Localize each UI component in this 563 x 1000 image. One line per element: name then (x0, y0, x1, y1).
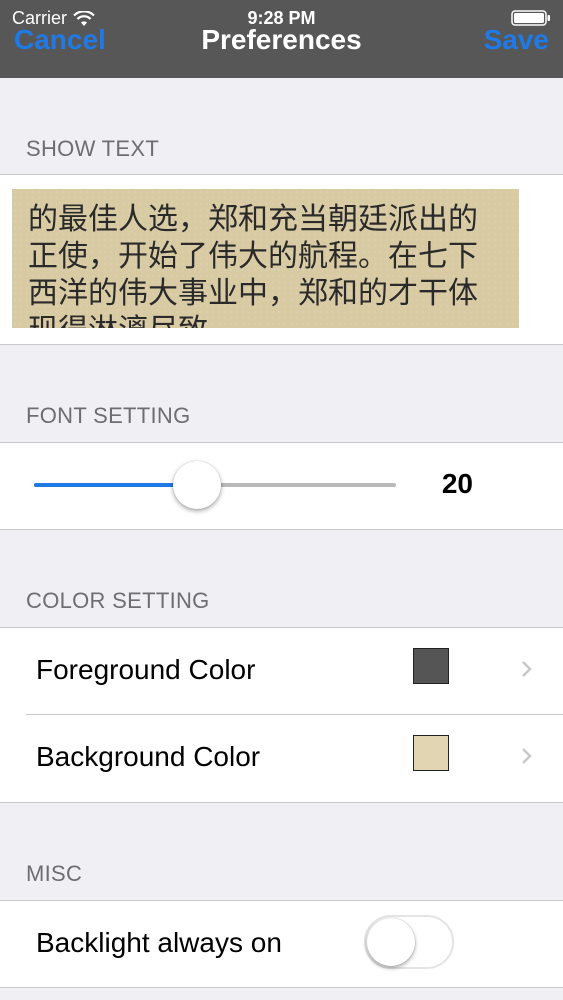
background-color-swatch (413, 735, 449, 771)
section-header-color-setting: COLOR SETTING (26, 588, 210, 613)
section-header-font-setting: FONT SETTING (26, 403, 191, 428)
toggle-knob[interactable] (367, 918, 415, 966)
background-color-row[interactable]: Background Color (0, 715, 563, 802)
show-text-group: 的最佳人选，郑和充当朝廷派出的正使，开始了伟大的航程。在七下西洋的伟大事业中，郑… (0, 174, 563, 345)
font-size-value: 20 (441, 468, 473, 499)
backlight-row: Backlight always on (0, 901, 563, 988)
section-header-show-text: SHOW TEXT (26, 136, 160, 161)
text-preview: 的最佳人选，郑和充当朝廷派出的正使，开始了伟大的航程。在七下西洋的伟大事业中，郑… (12, 189, 519, 328)
font-size-slider[interactable] (34, 461, 396, 509)
navigation-bar: Carrier 9:28 PM Cancel Preferences Save (0, 0, 563, 78)
backlight-toggle[interactable] (364, 915, 454, 969)
page-title: Preferences (201, 24, 362, 55)
slider-thumb[interactable] (172, 461, 221, 509)
foreground-color-row[interactable]: Foreground Color (0, 628, 563, 715)
chevron-right-icon (522, 748, 532, 764)
save-button[interactable]: Save (484, 24, 549, 56)
backlight-label: Backlight always on (36, 927, 282, 958)
misc-group: Backlight always on (0, 900, 563, 988)
font-setting-group: 20 (0, 442, 563, 530)
foreground-color-swatch (413, 648, 449, 684)
foreground-color-label: Foreground Color (36, 654, 256, 685)
background-color-label: Background Color (36, 741, 261, 772)
section-header-misc: MISC (26, 861, 83, 886)
preview-text: 的最佳人选，郑和充当朝廷派出的正使，开始了伟大的航程。在七下西洋的伟大事业中，郑… (28, 202, 478, 328)
chevron-right-icon (522, 661, 532, 677)
color-setting-group: Foreground Color Background Color (0, 627, 563, 803)
